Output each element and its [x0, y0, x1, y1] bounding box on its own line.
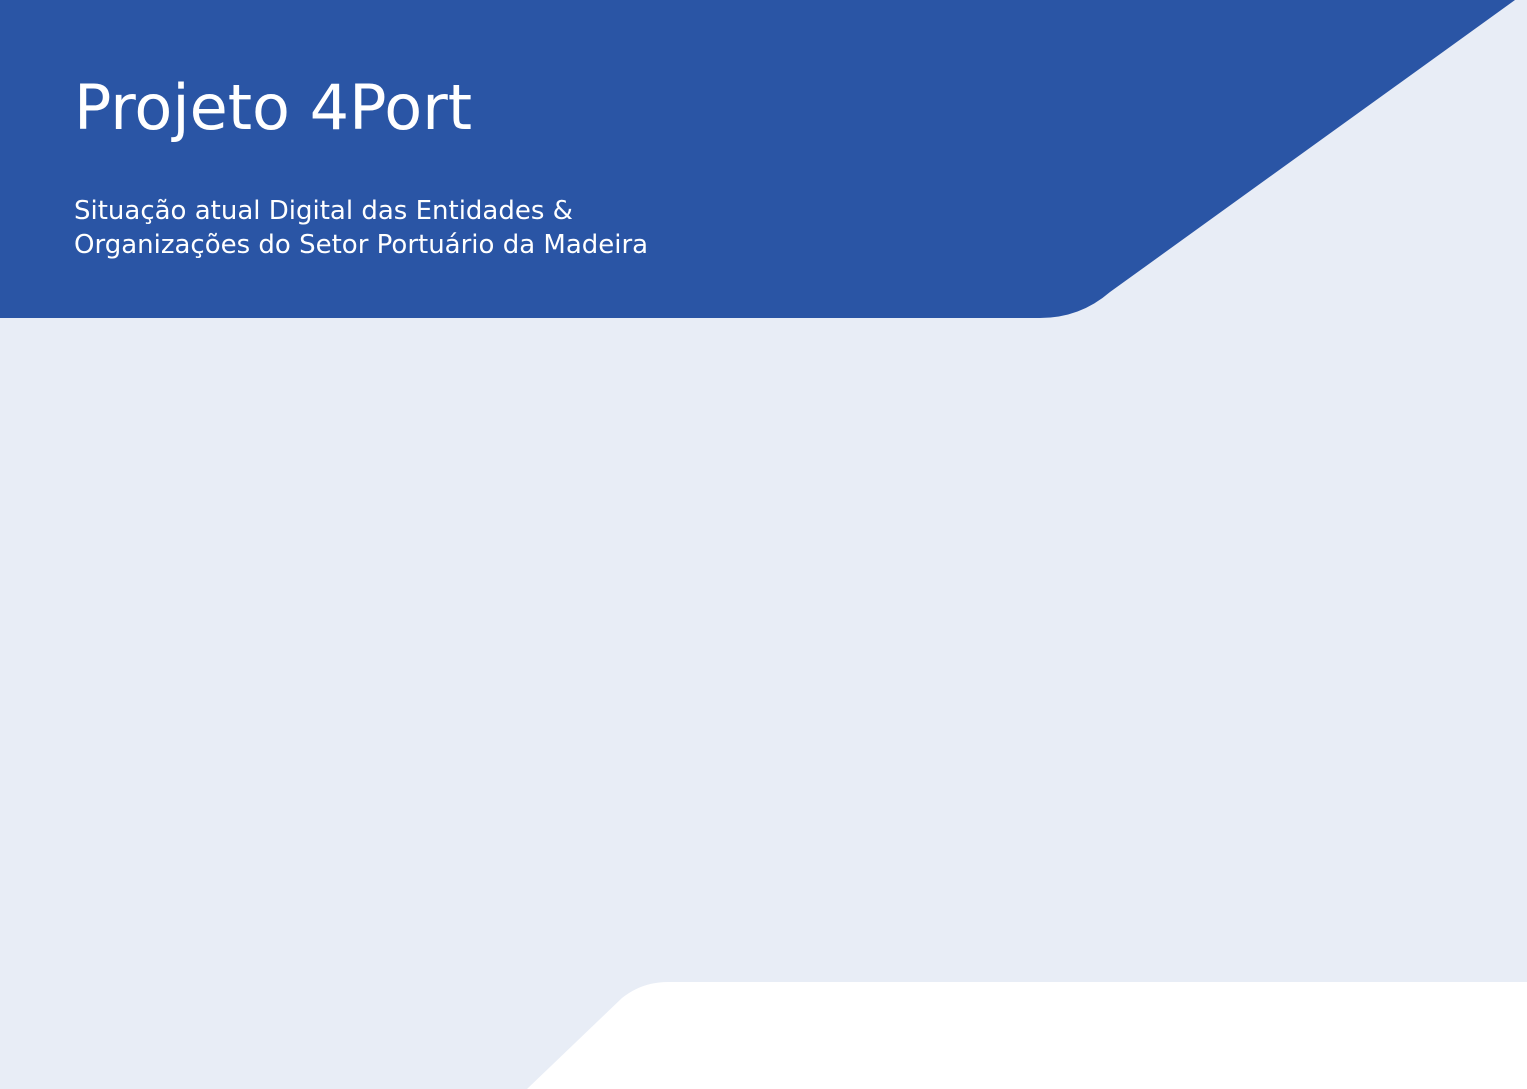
cover-background	[0, 0, 1527, 1089]
document-subtitle: Situação atual Digital das Entidades & O…	[74, 194, 648, 262]
subtitle-line-1: Situação atual Digital das Entidades &	[74, 196, 573, 226]
subtitle-line-2: Organizações do Setor Portuário da Madei…	[74, 230, 649, 260]
cover-page: Projeto 4Port Situação atual Digital das…	[0, 0, 1527, 1089]
white-bottom-shape	[527, 982, 1527, 1089]
document-title: Projeto 4Port	[74, 71, 473, 144]
